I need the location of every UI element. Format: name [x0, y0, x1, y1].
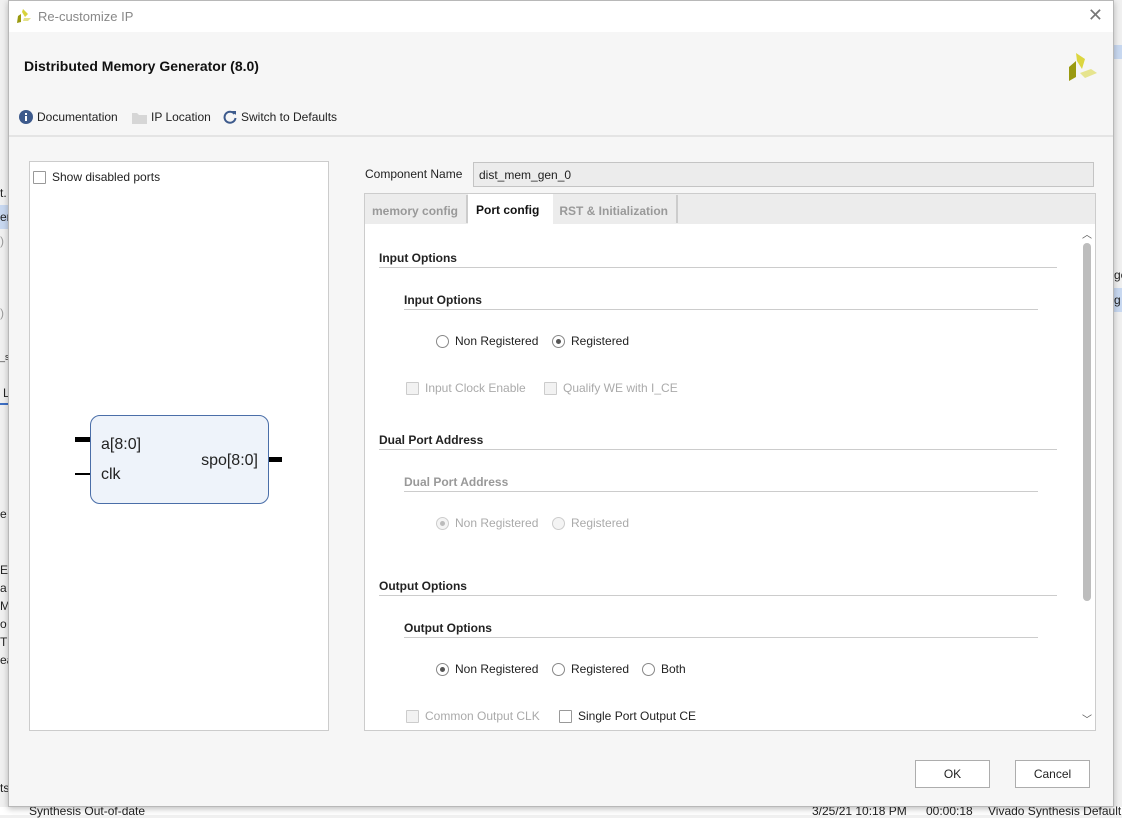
radio-input-registered[interactable]: Registered — [552, 334, 629, 348]
divider — [9, 135, 1113, 137]
radio-label: Both — [661, 662, 686, 676]
page-title: Distributed Memory Generator (8.0) — [24, 58, 259, 74]
scrollbar-thumb[interactable] — [1083, 243, 1091, 601]
radio-dual-registered[interactable]: Registered — [552, 516, 629, 530]
xilinx-logo-icon — [1069, 53, 1097, 81]
section-input-options: Input Options — [379, 251, 457, 265]
radio-label: Registered — [571, 516, 630, 530]
tab-bar: memory config Port config RST & Initiali… — [365, 194, 679, 224]
bg-fragment: ge — [1114, 268, 1122, 282]
vertical-scrollbar[interactable]: ︿ ﹀ — [1079, 224, 1095, 730]
checkbox-label: Input Clock Enable — [425, 381, 526, 395]
refresh-icon — [223, 110, 237, 124]
bg-fragment: a — [0, 581, 7, 595]
port-line-clk — [75, 473, 91, 475]
radio-output-registered[interactable]: Registered — [552, 662, 629, 676]
scroll-up-icon[interactable]: ︿ — [1082, 226, 1092, 241]
bg-fragment: ) — [0, 306, 4, 320]
radio-output-non-registered[interactable]: Non Registered — [436, 662, 538, 676]
switch-to-defaults-button[interactable]: Switch to Defaults — [223, 110, 337, 124]
port-label: a[8:0] — [101, 436, 142, 453]
vivado-logo-icon — [17, 9, 31, 23]
radio-input-non-registered[interactable]: Non Registered — [436, 334, 538, 348]
close-button[interactable]: ✕ — [1088, 5, 1103, 26]
folder-icon — [132, 112, 147, 124]
bg-fragment: T — [0, 635, 8, 649]
ok-button[interactable]: OK — [915, 760, 990, 788]
section-dual-port-address: Dual Port Address — [379, 433, 484, 447]
radio-label: Registered — [571, 334, 630, 348]
subsection-dual-port-address: Dual Port Address — [404, 475, 509, 489]
bg-fragment: e — [0, 507, 7, 521]
cancel-button[interactable]: Cancel — [1015, 760, 1090, 788]
port-bus-a — [75, 437, 91, 442]
qualify-we-checkbox[interactable]: Qualify WE with I_CE — [544, 381, 678, 395]
ip-location-button[interactable]: IP Location — [132, 110, 211, 124]
documentation-label: Documentation — [37, 110, 118, 124]
recustomize-ip-dialog: Re-customize IP ✕ Distributed Memory Gen… — [8, 0, 1114, 807]
tab-rst-initialization[interactable]: RST & Initialization — [553, 195, 679, 223]
section-output-options: Output Options — [379, 579, 467, 593]
scroll-down-icon[interactable]: ﹀ — [1082, 711, 1092, 726]
bg-fragment: t. — [0, 186, 7, 200]
single-port-output-ce-checkbox[interactable]: Single Port Output CE — [559, 709, 696, 723]
bg-fragment: o — [0, 617, 7, 631]
radio-label: Registered — [571, 662, 630, 676]
input-clock-enable-checkbox[interactable]: Input Clock Enable — [406, 381, 526, 395]
checkbox-label: Single Port Output CE — [578, 709, 697, 723]
radio-dual-non-registered[interactable]: Non Registered — [436, 516, 538, 530]
component-name-label: Component Name — [365, 167, 463, 181]
checkbox-label: Qualify WE with I_CE — [563, 381, 678, 395]
port-config-panel: Input Options Input Options Non Register… — [365, 224, 1095, 730]
tab-memory-config[interactable]: memory config — [365, 195, 469, 223]
subsection-output-options: Output Options — [404, 621, 492, 635]
switch-to-defaults-label: Switch to Defaults — [241, 110, 338, 124]
ip-location-label: IP Location — [151, 110, 211, 124]
port-label: clk — [101, 466, 121, 483]
port-label: spo[8:0] — [201, 452, 258, 469]
documentation-button[interactable]: Documentation — [19, 110, 118, 124]
common-output-clk-checkbox[interactable]: Common Output CLK — [406, 709, 540, 723]
port-bus-spo — [268, 457, 282, 462]
subsection-input-options: Input Options — [404, 293, 482, 307]
dialog-title: Re-customize IP — [38, 9, 134, 24]
info-icon — [19, 110, 33, 124]
title-bar: Re-customize IP ✕ — [9, 1, 1113, 32]
ip-symbol-panel: Show disabled ports a[8:0] clk spo[8:0] — [29, 161, 329, 731]
tab-container: memory config Port config RST & Initiali… — [364, 193, 1096, 731]
show-disabled-ports-label: Show disabled ports — [52, 170, 161, 184]
show-disabled-ports-checkbox[interactable]: Show disabled ports — [33, 170, 160, 184]
radio-label: Non Registered — [455, 662, 539, 676]
ip-block: a[8:0] clk spo[8:0] — [90, 415, 269, 504]
radio-output-both[interactable]: Both — [642, 662, 686, 676]
tab-port-config[interactable]: Port config — [468, 194, 554, 224]
radio-label: Non Registered — [455, 516, 539, 530]
bg-fragment: ) — [0, 234, 4, 248]
bg-fragment: g — [1114, 293, 1121, 307]
component-name-input[interactable] — [473, 162, 1094, 187]
checkbox-label: Common Output CLK — [425, 709, 540, 723]
radio-label: Non Registered — [455, 334, 539, 348]
bg-fragment: E — [0, 563, 9, 577]
